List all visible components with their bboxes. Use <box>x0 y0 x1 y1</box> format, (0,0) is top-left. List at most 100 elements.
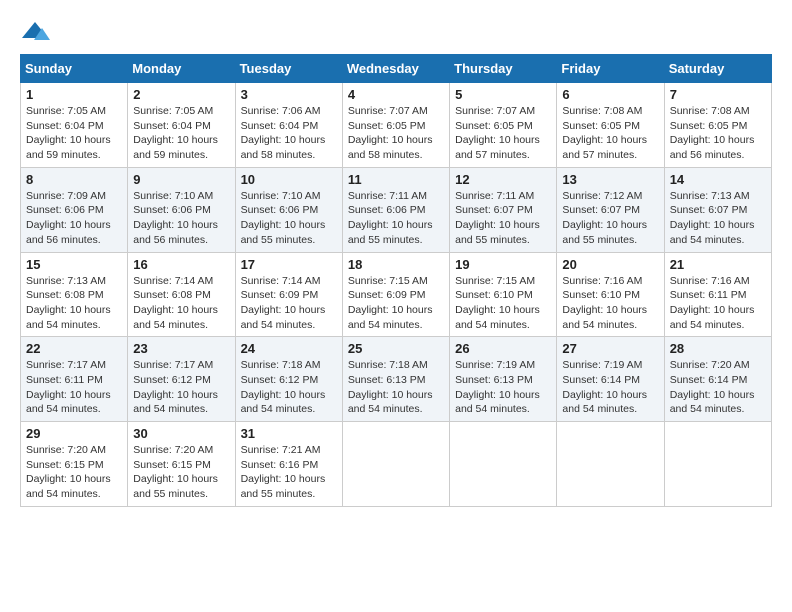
day-info: Sunrise: 7:14 AMSunset: 6:08 PMDaylight:… <box>133 275 218 331</box>
day-number: 1 <box>26 87 122 102</box>
day-number: 11 <box>348 172 444 187</box>
day-number: 27 <box>562 341 658 356</box>
calendar-header-row: SundayMondayTuesdayWednesdayThursdayFrid… <box>21 55 772 83</box>
calendar-cell: 19 Sunrise: 7:15 AMSunset: 6:10 PMDayligh… <box>450 252 557 337</box>
header-day-sunday: Sunday <box>21 55 128 83</box>
day-number: 6 <box>562 87 658 102</box>
calendar-cell: 31Sunrise: 7:21 AMSunset: 6:16 PMDayligh… <box>235 422 342 507</box>
day-number: 3 <box>241 87 337 102</box>
day-number: 23 <box>133 341 229 356</box>
calendar-week-row: 1 Sunrise: 7:05 AMSunset: 6:04 PMDaylight… <box>21 83 772 168</box>
day-info: Sunrise: 7:05 AMSunset: 6:04 PMDaylight:… <box>26 105 111 161</box>
calendar-cell: 14 Sunrise: 7:13 AMSunset: 6:07 PMDayligh… <box>664 167 771 252</box>
calendar-cell <box>664 422 771 507</box>
calendar-cell <box>450 422 557 507</box>
day-number: 5 <box>455 87 551 102</box>
day-number: 9 <box>133 172 229 187</box>
day-info: Sunrise: 7:18 AMSunset: 6:13 PMDaylight:… <box>348 359 433 415</box>
day-info: Sunrise: 7:05 AMSunset: 6:04 PMDaylight:… <box>133 105 218 161</box>
calendar-cell <box>557 422 664 507</box>
header-day-friday: Friday <box>557 55 664 83</box>
logo-icon <box>20 20 50 44</box>
day-info: Sunrise: 7:19 AMSunset: 6:13 PMDaylight:… <box>455 359 540 415</box>
header <box>20 20 772 44</box>
day-info: Sunrise: 7:14 AMSunset: 6:09 PMDaylight:… <box>241 275 326 331</box>
day-info: Sunrise: 7:13 AMSunset: 6:08 PMDaylight:… <box>26 275 111 331</box>
logo <box>20 20 54 44</box>
calendar-cell <box>342 422 449 507</box>
day-number: 31 <box>241 426 337 441</box>
calendar-week-row: 29 Sunrise: 7:20 AMSunset: 6:15 PMDayligh… <box>21 422 772 507</box>
calendar-week-row: 22Sunrise: 7:17 AMSunset: 6:11 PMDayligh… <box>21 337 772 422</box>
calendar-cell: 18 Sunrise: 7:15 AMSunset: 6:09 PMDayligh… <box>342 252 449 337</box>
day-info: Sunrise: 7:15 AMSunset: 6:09 PMDaylight:… <box>348 275 433 331</box>
day-number: 7 <box>670 87 766 102</box>
day-info: Sunrise: 7:10 AMSunset: 6:06 PMDaylight:… <box>133 190 218 246</box>
calendar-cell: 29 Sunrise: 7:20 AMSunset: 6:15 PMDayligh… <box>21 422 128 507</box>
calendar-cell: 17 Sunrise: 7:14 AMSunset: 6:09 PMDayligh… <box>235 252 342 337</box>
calendar-cell: 28Sunrise: 7:20 AMSunset: 6:14 PMDayligh… <box>664 337 771 422</box>
day-number: 12 <box>455 172 551 187</box>
day-info: Sunrise: 7:16 AMSunset: 6:10 PMDaylight:… <box>562 275 647 331</box>
header-day-tuesday: Tuesday <box>235 55 342 83</box>
day-info: Sunrise: 7:18 AMSunset: 6:12 PMDaylight:… <box>241 359 326 415</box>
day-info: Sunrise: 7:20 AMSunset: 6:15 PMDaylight:… <box>133 444 218 500</box>
day-number: 14 <box>670 172 766 187</box>
day-number: 19 <box>455 257 551 272</box>
calendar-cell: 21Sunrise: 7:16 AMSunset: 6:11 PMDayligh… <box>664 252 771 337</box>
day-info: Sunrise: 7:15 AMSunset: 6:10 PMDaylight:… <box>455 275 540 331</box>
day-info: Sunrise: 7:17 AMSunset: 6:11 PMDaylight:… <box>26 359 111 415</box>
calendar-cell: 25Sunrise: 7:18 AMSunset: 6:13 PMDayligh… <box>342 337 449 422</box>
day-info: Sunrise: 7:11 AMSunset: 6:06 PMDaylight:… <box>348 190 433 246</box>
calendar-cell: 11 Sunrise: 7:11 AMSunset: 6:06 PMDayligh… <box>342 167 449 252</box>
day-info: Sunrise: 7:16 AMSunset: 6:11 PMDaylight:… <box>670 275 755 331</box>
calendar-cell: 30 Sunrise: 7:20 AMSunset: 6:15 PMDayligh… <box>128 422 235 507</box>
header-day-saturday: Saturday <box>664 55 771 83</box>
day-number: 15 <box>26 257 122 272</box>
calendar-cell: 8Sunrise: 7:09 AMSunset: 6:06 PMDaylight… <box>21 167 128 252</box>
calendar-cell: 12 Sunrise: 7:11 AMSunset: 6:07 PMDayligh… <box>450 167 557 252</box>
day-info: Sunrise: 7:12 AMSunset: 6:07 PMDaylight:… <box>562 190 647 246</box>
day-number: 26 <box>455 341 551 356</box>
day-number: 8 <box>26 172 122 187</box>
header-day-thursday: Thursday <box>450 55 557 83</box>
calendar-cell: 6Sunrise: 7:08 AMSunset: 6:05 PMDaylight… <box>557 83 664 168</box>
day-info: Sunrise: 7:06 AMSunset: 6:04 PMDaylight:… <box>241 105 326 161</box>
calendar-cell: 27 Sunrise: 7:19 AMSunset: 6:14 PMDayligh… <box>557 337 664 422</box>
calendar-cell: 15 Sunrise: 7:13 AMSunset: 6:08 PMDayligh… <box>21 252 128 337</box>
calendar-cell: 5 Sunrise: 7:07 AMSunset: 6:05 PMDaylight… <box>450 83 557 168</box>
day-number: 17 <box>241 257 337 272</box>
calendar-cell: 1 Sunrise: 7:05 AMSunset: 6:04 PMDaylight… <box>21 83 128 168</box>
day-number: 24 <box>241 341 337 356</box>
day-number: 4 <box>348 87 444 102</box>
day-info: Sunrise: 7:17 AMSunset: 6:12 PMDaylight:… <box>133 359 218 415</box>
day-info: Sunrise: 7:08 AMSunset: 6:05 PMDaylight:… <box>670 105 755 161</box>
day-number: 13 <box>562 172 658 187</box>
calendar-cell: 24 Sunrise: 7:18 AMSunset: 6:12 PMDayligh… <box>235 337 342 422</box>
calendar-cell: 22Sunrise: 7:17 AMSunset: 6:11 PMDayligh… <box>21 337 128 422</box>
calendar-cell: 23 Sunrise: 7:17 AMSunset: 6:12 PMDayligh… <box>128 337 235 422</box>
day-info: Sunrise: 7:20 AMSunset: 6:15 PMDaylight:… <box>26 444 111 500</box>
day-info: Sunrise: 7:07 AMSunset: 6:05 PMDaylight:… <box>455 105 540 161</box>
day-number: 29 <box>26 426 122 441</box>
calendar-cell: 9 Sunrise: 7:10 AMSunset: 6:06 PMDaylight… <box>128 167 235 252</box>
calendar-cell: 20 Sunrise: 7:16 AMSunset: 6:10 PMDayligh… <box>557 252 664 337</box>
day-info: Sunrise: 7:10 AMSunset: 6:06 PMDaylight:… <box>241 190 326 246</box>
calendar-cell: 7 Sunrise: 7:08 AMSunset: 6:05 PMDaylight… <box>664 83 771 168</box>
day-number: 30 <box>133 426 229 441</box>
calendar-cell: 4Sunrise: 7:07 AMSunset: 6:05 PMDaylight… <box>342 83 449 168</box>
calendar-cell: 3 Sunrise: 7:06 AMSunset: 6:04 PMDaylight… <box>235 83 342 168</box>
day-number: 20 <box>562 257 658 272</box>
calendar-week-row: 8Sunrise: 7:09 AMSunset: 6:06 PMDaylight… <box>21 167 772 252</box>
day-info: Sunrise: 7:20 AMSunset: 6:14 PMDaylight:… <box>670 359 755 415</box>
day-info: Sunrise: 7:19 AMSunset: 6:14 PMDaylight:… <box>562 359 647 415</box>
calendar-week-row: 15 Sunrise: 7:13 AMSunset: 6:08 PMDayligh… <box>21 252 772 337</box>
day-info: Sunrise: 7:11 AMSunset: 6:07 PMDaylight:… <box>455 190 540 246</box>
header-day-wednesday: Wednesday <box>342 55 449 83</box>
day-info: Sunrise: 7:13 AMSunset: 6:07 PMDaylight:… <box>670 190 755 246</box>
header-day-monday: Monday <box>128 55 235 83</box>
calendar-cell: 2Sunrise: 7:05 AMSunset: 6:04 PMDaylight… <box>128 83 235 168</box>
day-number: 16 <box>133 257 229 272</box>
calendar: SundayMondayTuesdayWednesdayThursdayFrid… <box>20 54 772 507</box>
day-number: 18 <box>348 257 444 272</box>
